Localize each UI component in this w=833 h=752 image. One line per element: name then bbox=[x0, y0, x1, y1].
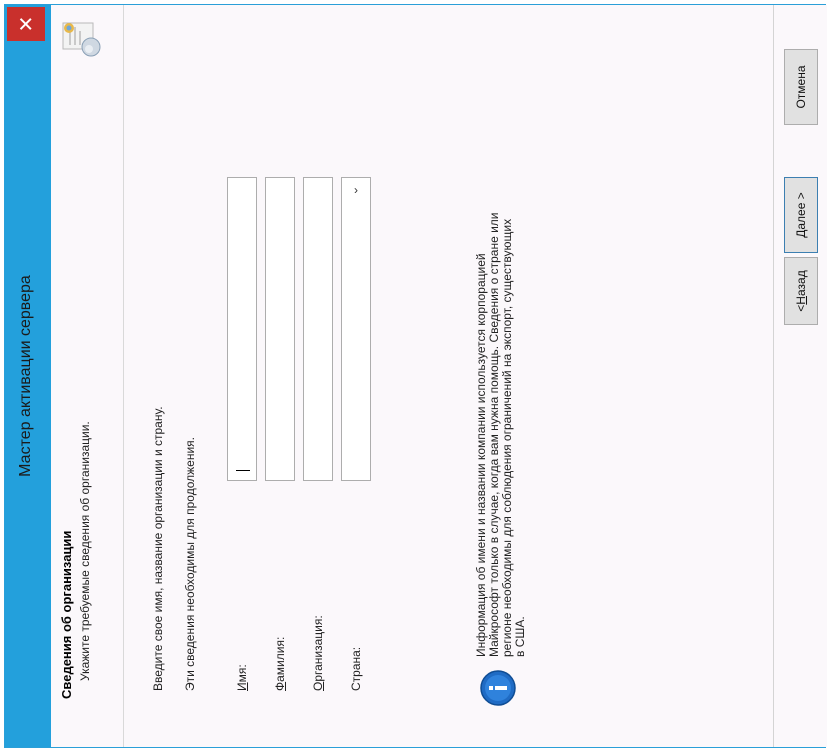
rotated-view: Мастер активации сервера ✕ Сведения об о… bbox=[0, 0, 833, 752]
info-icon bbox=[480, 670, 516, 706]
organization-input[interactable] bbox=[303, 177, 333, 481]
screen: Мастер активации сервера ✕ Сведения об о… bbox=[0, 0, 833, 752]
next-button[interactable]: Далее > bbox=[784, 177, 818, 253]
footer-divider bbox=[773, 5, 774, 747]
organization-label: Организация: bbox=[311, 615, 325, 691]
activation-wizard-window: Мастер активации сервера ✕ Сведения об о… bbox=[4, 4, 827, 748]
first-name-label: Имя: bbox=[235, 664, 249, 691]
title-bar[interactable]: Мастер активации сервера ✕ bbox=[5, 5, 51, 747]
first-name-input[interactable] bbox=[227, 177, 257, 481]
page-subtitle: Укажите требуемые сведения об организаци… bbox=[78, 421, 92, 681]
chevron-down-icon: › bbox=[354, 183, 358, 197]
country-row: Страна: › bbox=[341, 51, 373, 691]
certificate-icon bbox=[62, 22, 101, 57]
country-select[interactable]: › bbox=[341, 177, 371, 481]
first-name-row: Имя: bbox=[227, 51, 259, 691]
info-message: Информация об имени и названии компании … bbox=[474, 212, 527, 657]
country-label: Страна: bbox=[349, 646, 363, 691]
text-caret bbox=[236, 470, 250, 471]
close-button[interactable]: ✕ bbox=[7, 7, 45, 41]
intro-text-1: Введите свое имя, название организации и… bbox=[151, 406, 165, 691]
wizard-content: Сведения об организации Укажите требуемы… bbox=[51, 5, 827, 747]
last-name-input[interactable] bbox=[265, 177, 295, 481]
organization-row: Организация: bbox=[303, 51, 335, 691]
wizard-header: Сведения об организации Укажите требуемы… bbox=[51, 5, 124, 747]
last-name-label: Фамилия: bbox=[273, 636, 287, 691]
last-name-row: Фамилия: bbox=[265, 51, 297, 691]
back-button[interactable]: < Назад bbox=[784, 257, 818, 325]
intro-text-2: Эти сведения необходимы для продолжения. bbox=[183, 437, 197, 691]
close-icon: ✕ bbox=[14, 15, 38, 33]
window-title: Мастер активации сервера bbox=[17, 275, 34, 477]
cancel-button[interactable]: Отмена bbox=[784, 49, 818, 125]
page-title: Сведения об организации bbox=[59, 530, 74, 699]
